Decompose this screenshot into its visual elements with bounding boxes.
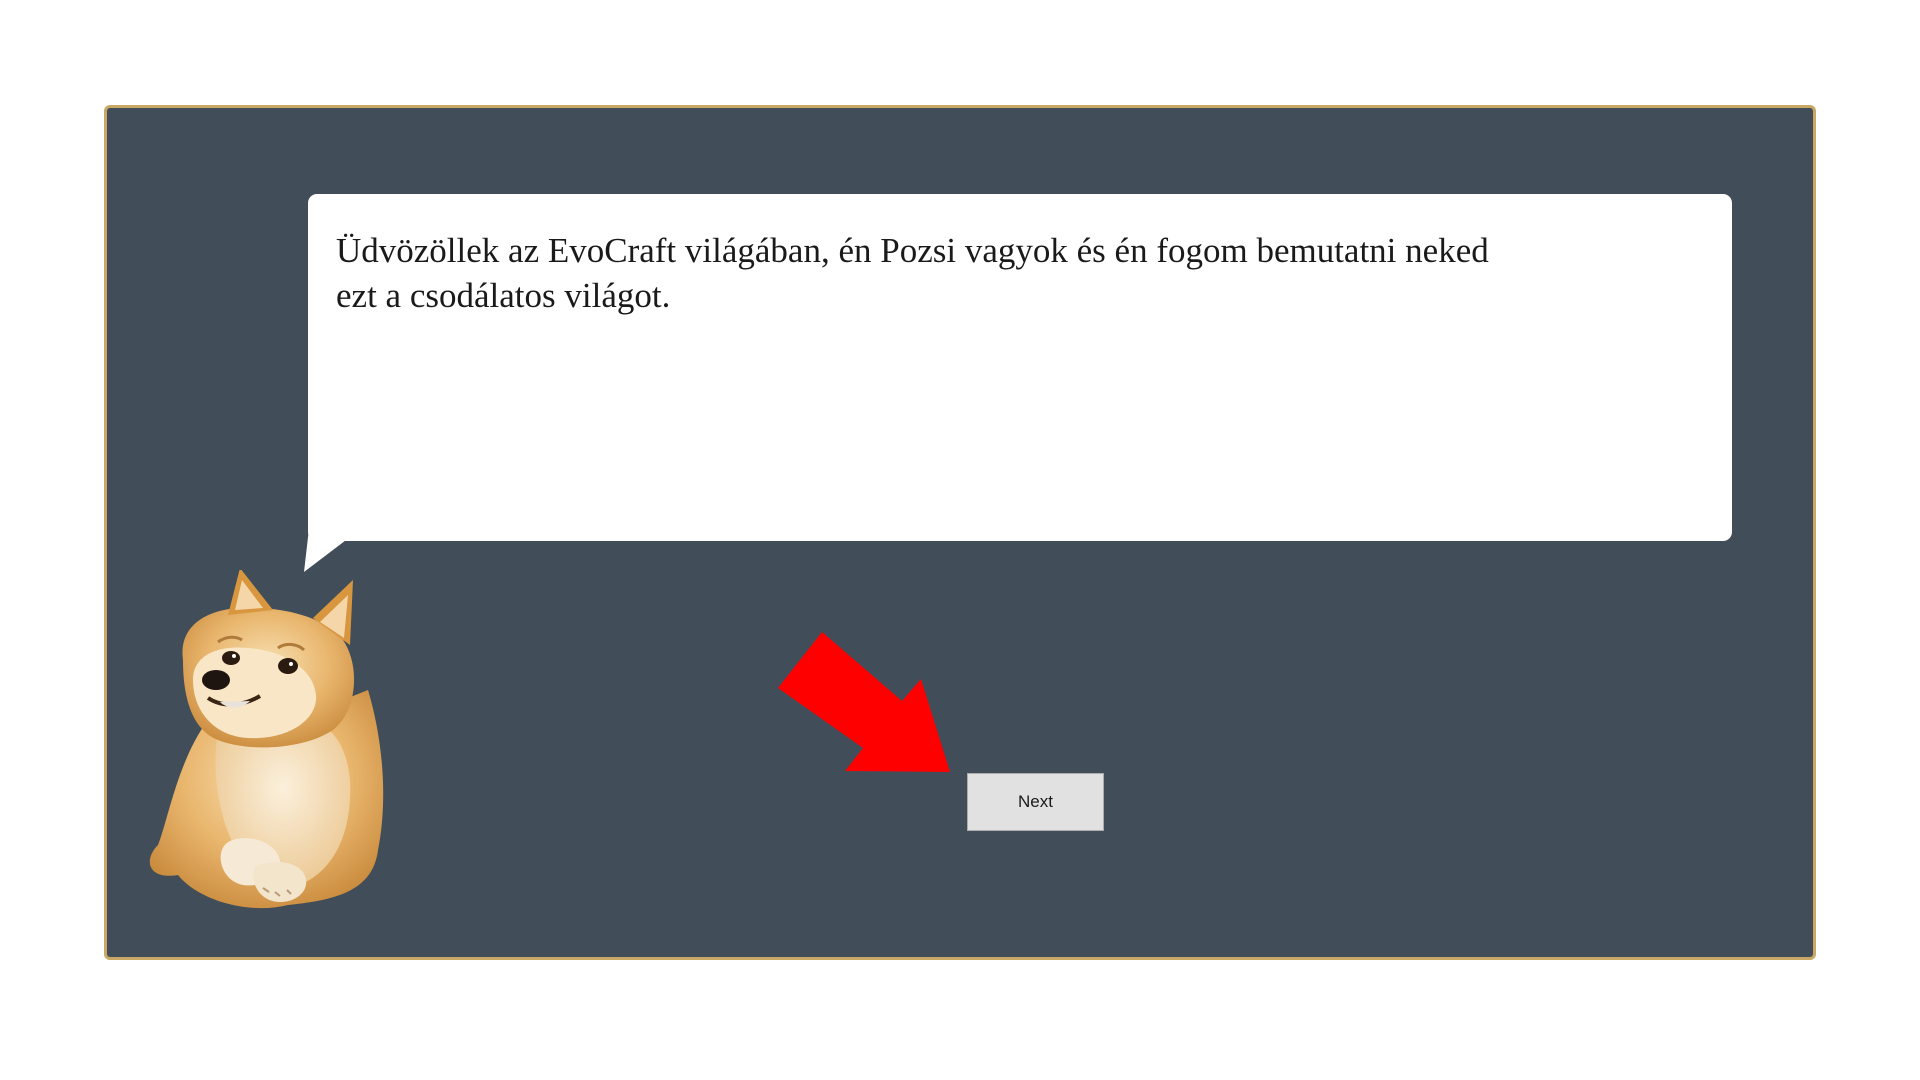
speech-bubble: Üdvözöllek az EvoCraft világában, én Poz… — [308, 194, 1732, 541]
doge-character-image — [149, 570, 384, 909]
dialog-message: Üdvözöllek az EvoCraft világában, én Poz… — [336, 228, 1596, 318]
dialog-message-line-2: ezt a csodálatos világot. — [336, 276, 671, 315]
next-button[interactable]: Next — [967, 773, 1104, 831]
dialog-message-line-1: Üdvözöllek az EvoCraft világában, én Poz… — [336, 231, 1489, 270]
